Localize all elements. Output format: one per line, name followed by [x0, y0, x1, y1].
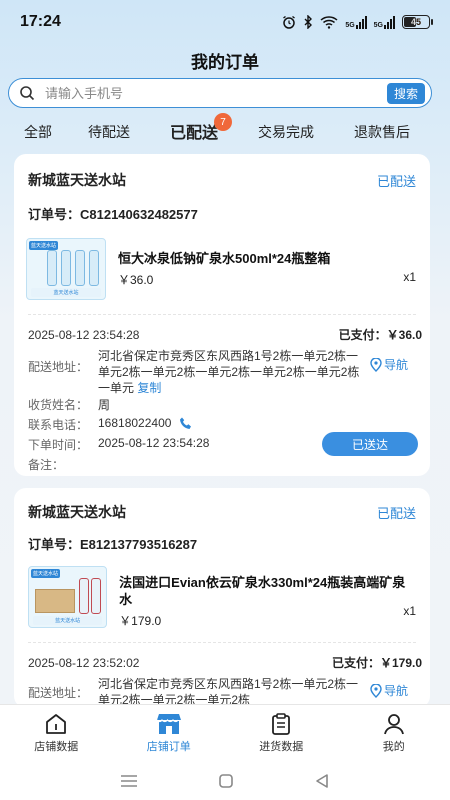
user-icon [383, 714, 404, 735]
clipboard-icon [272, 713, 291, 735]
order-number: 订单号：E812137793516287 [28, 537, 198, 552]
system-navigation [0, 762, 450, 800]
product-price: ￥179.0 [119, 614, 162, 628]
card-header: 新城蓝天送水站 已配送 [28, 170, 416, 190]
navigate-button[interactable]: 导航 [370, 682, 408, 699]
receiver-name: 周 [98, 398, 111, 412]
order-time-label: 下单时间： [28, 438, 89, 452]
order-tabs: 全部 待配送 已配送 7 交易完成 退款售后 [0, 113, 450, 146]
phone-icon[interactable] [179, 416, 193, 430]
order-timestamp: 2025-08-12 23:54:28 [28, 328, 140, 342]
bluetooth-icon [304, 15, 313, 29]
order-status: 已配送 [376, 505, 416, 521]
order-timestamp: 2025-08-12 23:52:02 [28, 656, 140, 670]
back-icon[interactable] [314, 773, 330, 789]
search-icon [20, 86, 35, 101]
product-price: ￥36.0 [118, 273, 154, 287]
product-item[interactable]: 蓝天送水站 蓝天送水站 法国进口Evian依云矿泉水330ml*24瓶装高端矿泉… [28, 566, 416, 632]
nav-store-orders[interactable]: 店铺订单 [113, 705, 226, 762]
shop-icon [156, 714, 181, 734]
product-name: 法国进口Evian依云矿泉水330ml*24瓶装高端矿泉水 [119, 575, 406, 607]
product-info: 恒大冰泉低钠矿泉水500ml*24瓶整箱 ￥36.0 [118, 250, 378, 288]
product-quantity: x1 [403, 604, 416, 618]
address-text: 河北省保定市竞秀区东风西路1号2栋一单元2栋一单元2栋一单元2栋一单元2栋一单元… [98, 348, 368, 396]
tab-refund[interactable]: 退款售后 [354, 122, 410, 142]
note-label: 备注： [28, 458, 65, 472]
product-name: 恒大冰泉低钠矿泉水500ml*24瓶整箱 [118, 251, 331, 266]
order-card[interactable]: 新城蓝天送水站 已配送 订单号：E812137793516287 蓝天送水站 蓝… [14, 488, 430, 708]
order-time-row: 下单时间： 2025-08-12 23:54:28 [28, 436, 209, 453]
thumb-bottom-tag: 蓝天送水站 [31, 288, 101, 297]
search-input[interactable] [45, 85, 387, 101]
order-status: 已配送 [376, 173, 416, 189]
name-label: 收货姓名： [28, 398, 89, 412]
product-quantity: x1 [403, 270, 416, 284]
navigate-button[interactable]: 导航 [370, 356, 408, 373]
location-pin-icon [370, 357, 382, 372]
order-card[interactable]: 新城蓝天送水站 已配送 订单号：C812140632482577 蓝天送水站 蓝… [14, 154, 430, 476]
nav-label: 进货数据 [259, 741, 304, 753]
home-icon [46, 714, 67, 734]
location-pin-icon [370, 683, 382, 698]
station-name: 新城蓝天送水站 [28, 504, 126, 520]
signal-icon: 5G [373, 15, 395, 29]
nav-label: 店铺订单 [146, 741, 191, 753]
nav-store-data[interactable]: 店铺数据 [0, 705, 113, 762]
tab-all[interactable]: 全部 [24, 122, 52, 142]
order-time-value: 2025-08-12 23:54:28 [98, 436, 210, 450]
battery-icon: 45 [402, 15, 433, 29]
search-bar: 搜索 [8, 78, 432, 108]
nav-label: 我的 [382, 741, 405, 753]
divider [28, 642, 416, 643]
battery-level: 45 [410, 17, 421, 27]
network-label: 5G [373, 21, 383, 29]
delivered-button[interactable]: 已送达 [322, 432, 418, 456]
note-row: 备注： [28, 456, 98, 473]
bottom-navigation: 店铺数据 店铺订单 进货数据 我的 [0, 704, 450, 762]
tab-delivered-label: 已配送 [170, 125, 219, 142]
status-time: 17:24 [20, 13, 61, 30]
menu-icon[interactable] [120, 774, 138, 788]
nav-purchase-data[interactable]: 进货数据 [225, 705, 338, 762]
network-label: 5G [345, 21, 355, 29]
address-label: 配送地址： [28, 360, 89, 374]
tab-completed[interactable]: 交易完成 [258, 122, 314, 142]
tab-badge: 7 [214, 113, 233, 131]
home-square-icon[interactable] [218, 773, 234, 789]
station-name: 新城蓝天送水站 [28, 172, 126, 188]
tab-pending-delivery[interactable]: 待配送 [88, 122, 130, 142]
navigate-label: 导航 [383, 358, 408, 372]
thumb-top-tag: 蓝天送水站 [31, 569, 61, 578]
tab-delivered[interactable]: 已配送 7 [170, 113, 233, 143]
page-title: 我的订单 [191, 53, 259, 72]
wifi-icon [320, 16, 338, 29]
nav-mine[interactable]: 我的 [338, 705, 450, 762]
paid-amount: 已支付：￥36.0 [338, 328, 422, 342]
thumb-bottom-tag: 蓝天送水站 [33, 616, 103, 625]
card-header: 新城蓝天送水站 已配送 [28, 502, 416, 522]
status-bar: 17:24 5G 5G 45 [0, 0, 450, 44]
product-image: 蓝天送水站 蓝天送水站 [28, 566, 108, 628]
status-icons: 5G 5G 45 [282, 15, 433, 29]
phone-number: 16818022400 [98, 416, 172, 430]
navigate-label: 导航 [383, 684, 408, 698]
nav-label: 店铺数据 [34, 741, 79, 753]
phone-label: 联系电话： [28, 418, 89, 432]
divider [28, 314, 416, 315]
copy-button[interactable]: 复制 [137, 381, 161, 395]
alarm-icon [283, 15, 296, 29]
order-number: 订单号：C812140632482577 [28, 207, 198, 222]
product-info: 法国进口Evian依云矿泉水330ml*24瓶装高端矿泉水 ￥179.0 [119, 574, 416, 629]
signal-icon: 5G [345, 15, 367, 29]
search-button[interactable]: 搜索 [386, 82, 425, 104]
phone-row: 联系电话： 16818022400 [28, 416, 193, 433]
product-image: 蓝天送水站 蓝天送水站 [26, 238, 106, 300]
address-row: 配送地址： 河北省保定市竞秀区东风西路1号2栋一单元2栋一单元2栋一单元2栋一单… [28, 348, 416, 396]
thumb-top-tag: 蓝天送水站 [29, 241, 59, 250]
paid-amount: 已支付：￥179.0 [331, 656, 422, 670]
name-row: 收货姓名： 周 [28, 396, 110, 413]
product-item[interactable]: 蓝天送水站 蓝天送水站 恒大冰泉低钠矿泉水500ml*24瓶整箱 ￥36.0 x… [26, 238, 416, 304]
